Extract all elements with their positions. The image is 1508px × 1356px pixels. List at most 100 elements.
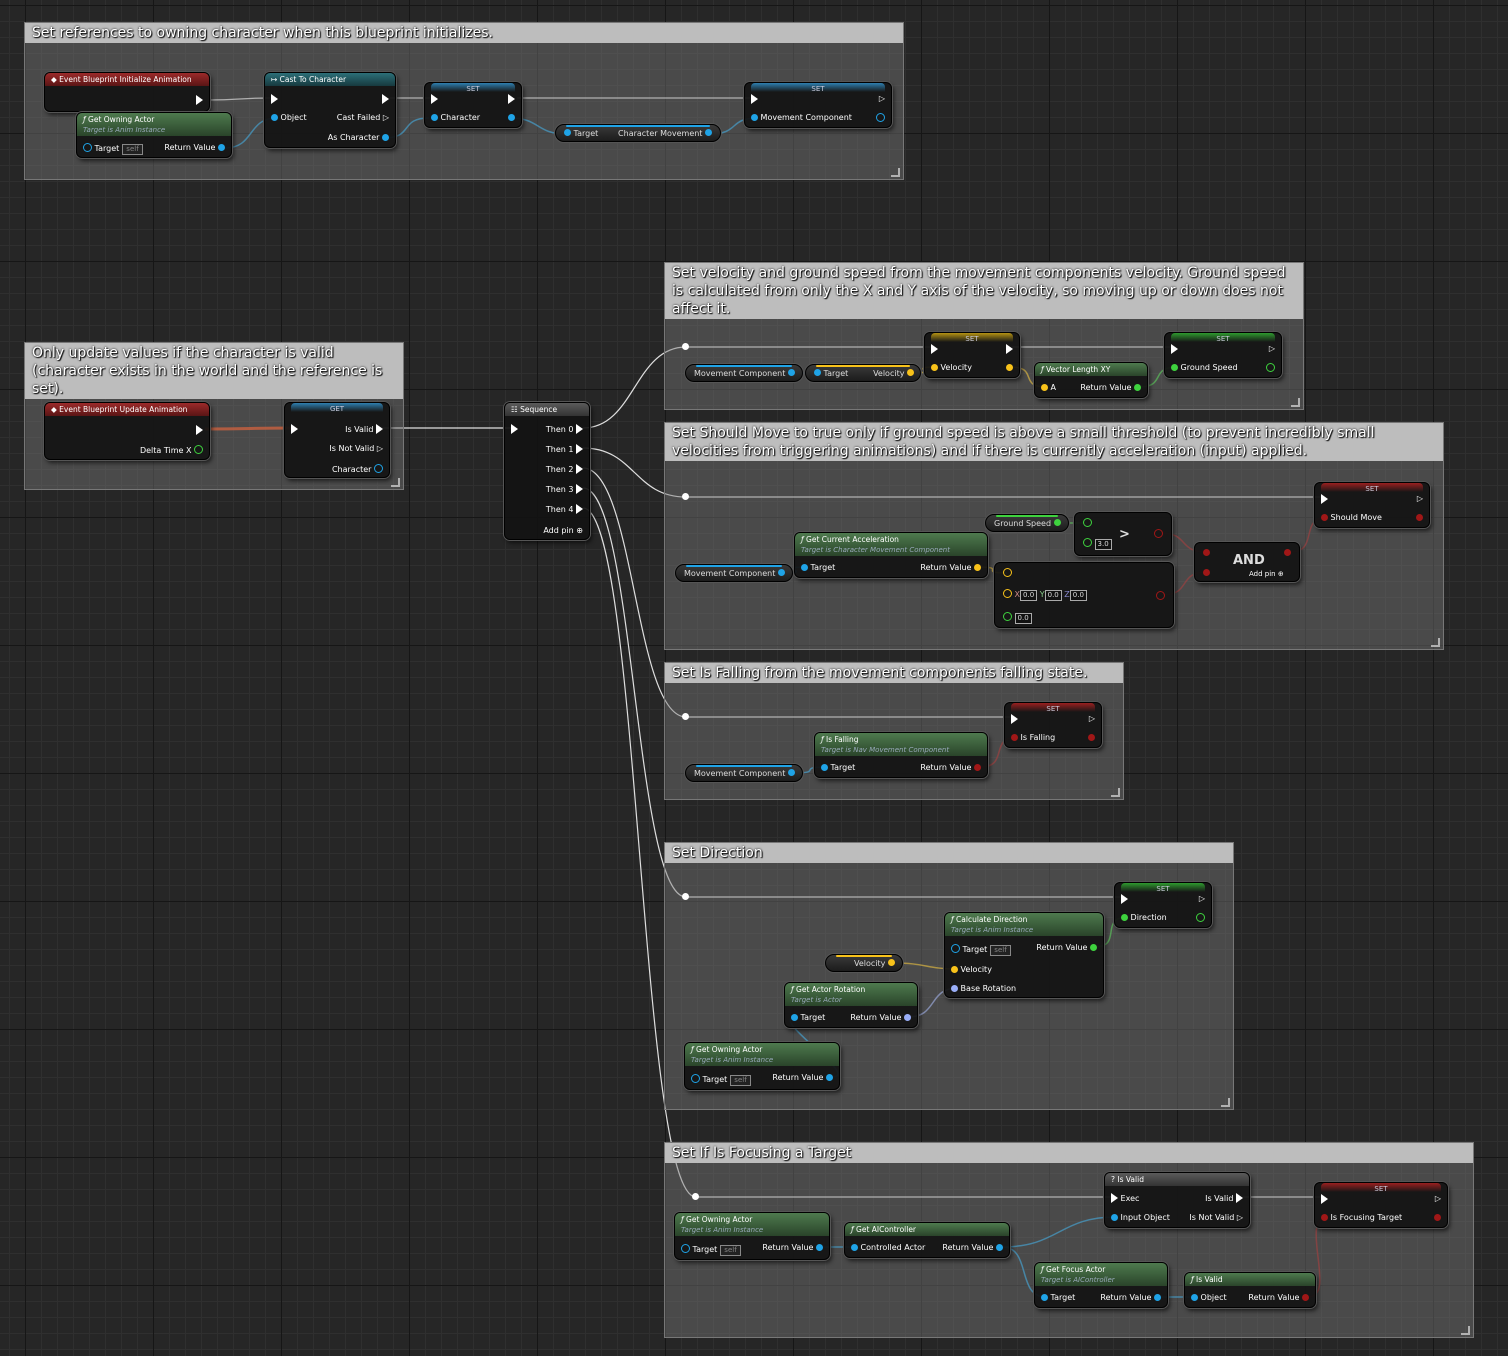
- movement-component-getter-3[interactable]: Movement Component: [685, 764, 803, 782]
- event-update-node[interactable]: ◆ Event Blueprint Update Animation Delta…: [44, 402, 210, 460]
- resize-handle-icon[interactable]: [891, 168, 900, 177]
- object-pin-icon[interactable]: [814, 369, 821, 376]
- set-is-focusing-target-node[interactable]: SET ▷ Is Focusing Target: [1314, 1182, 1448, 1228]
- bool-pin-icon[interactable]: [1203, 569, 1210, 576]
- set-character-node[interactable]: SET Character: [424, 82, 522, 128]
- vector-pin-icon[interactable]: [1003, 568, 1012, 577]
- bool-pin-icon[interactable]: [1156, 591, 1165, 600]
- set-velocity-node[interactable]: SET Velocity: [924, 332, 1020, 378]
- object-pin-icon[interactable]: [777, 569, 785, 576]
- object-pin-icon[interactable]: [1041, 1294, 1048, 1301]
- object-pin-icon[interactable]: [564, 129, 571, 136]
- object-pin-icon[interactable]: [508, 114, 515, 121]
- reroute-knot[interactable]: [682, 713, 689, 720]
- object-pin-icon[interactable]: [1154, 1294, 1161, 1301]
- exec-out-pin[interactable]: [1236, 1193, 1243, 1203]
- exec-in-pin[interactable]: [1011, 714, 1018, 724]
- set-is-falling-node[interactable]: SET ▷ Is Falling: [1004, 702, 1102, 748]
- is-valid-function-node[interactable]: ƒ Is Valid Object Return Value: [1184, 1272, 1316, 1308]
- resize-handle-icon[interactable]: [1221, 1098, 1230, 1107]
- object-pin-icon[interactable]: [751, 114, 758, 121]
- float-pin-icon[interactable]: [1134, 384, 1141, 391]
- vector-pin-icon[interactable]: [1006, 364, 1013, 371]
- exec-out-pin[interactable]: [1006, 344, 1013, 354]
- set-movement-component-node[interactable]: SET ▷ Movement Component: [744, 82, 892, 128]
- object-pin-icon[interactable]: [1111, 1214, 1118, 1221]
- exec-in-pin[interactable]: [511, 424, 518, 434]
- exec-hollow-icon[interactable]: ▷: [1237, 1213, 1243, 1222]
- reroute-knot[interactable]: [682, 493, 689, 500]
- exec-in-pin[interactable]: [931, 344, 938, 354]
- bool-pin-icon[interactable]: [1321, 514, 1328, 521]
- bool-pin-icon[interactable]: [1321, 1214, 1328, 1221]
- object-pin-icon[interactable]: [951, 944, 960, 953]
- object-pin-icon[interactable]: [431, 114, 438, 121]
- reroute-knot[interactable]: [692, 1193, 699, 1200]
- ground-speed-getter[interactable]: Ground Speed: [985, 514, 1069, 532]
- exec-in-pin[interactable]: [1321, 1194, 1328, 1204]
- object-pin-icon[interactable]: [1191, 1294, 1198, 1301]
- vector-pin-icon[interactable]: [931, 364, 938, 371]
- exec-out-pin[interactable]: [576, 484, 583, 494]
- object-pin-icon[interactable]: [787, 369, 795, 376]
- bool-pin-icon[interactable]: [1434, 1214, 1441, 1221]
- object-pin-icon[interactable]: [791, 1014, 798, 1021]
- bool-pin-icon[interactable]: [1154, 529, 1163, 538]
- exec-out-pin[interactable]: [196, 95, 203, 105]
- object-pin-icon[interactable]: [801, 564, 808, 571]
- object-pin-icon[interactable]: [705, 129, 712, 136]
- resize-handle-icon[interactable]: [1111, 788, 1120, 797]
- get-owning-actor-node-2[interactable]: ƒ Get Owning Actor Target is Anim Instanc…: [684, 1042, 840, 1090]
- bool-pin-icon[interactable]: [974, 764, 981, 771]
- float-pin-icon[interactable]: [1266, 363, 1275, 372]
- get-focus-actor-node[interactable]: ƒ Get Focus Actor Target is AIController …: [1034, 1262, 1168, 1308]
- exec-out-pin[interactable]: [196, 425, 203, 435]
- object-pin-icon[interactable]: [83, 143, 92, 152]
- object-pin-icon[interactable]: [218, 144, 225, 151]
- exec-in-pin[interactable]: [271, 94, 278, 104]
- exec-hollow-icon[interactable]: ▷: [1435, 1194, 1441, 1203]
- exec-in-pin[interactable]: [751, 94, 758, 104]
- exec-in-pin[interactable]: [1111, 1193, 1118, 1203]
- exec-hollow-icon[interactable]: ▷: [1089, 714, 1095, 723]
- float-pin-icon[interactable]: [1083, 538, 1092, 547]
- exec-out-pin[interactable]: [576, 464, 583, 474]
- exec-hollow-icon[interactable]: ▷: [1199, 894, 1205, 903]
- float-pin-icon[interactable]: [194, 445, 203, 454]
- exec-in-pin[interactable]: [1171, 344, 1178, 354]
- exec-out-pin[interactable]: [576, 504, 583, 514]
- is-valid-macro-node[interactable]: ? Is Valid Exec Is Valid Input Object Is…: [1104, 1172, 1250, 1228]
- exec-out-pin[interactable]: [376, 424, 383, 434]
- get-character-validated-node[interactable]: GET Is Valid Is Not Valid ▷ Character: [284, 402, 390, 478]
- exec-in-pin[interactable]: [1121, 894, 1128, 904]
- get-owning-actor-node-3[interactable]: ƒ Get Owning Actor Target is Anim Instanc…: [674, 1212, 830, 1260]
- reroute-knot[interactable]: [682, 893, 689, 900]
- resize-handle-icon[interactable]: [1291, 398, 1300, 407]
- exec-hollow-icon[interactable]: ▷: [879, 94, 885, 103]
- reroute-knot[interactable]: [682, 343, 689, 350]
- vector-pin-icon[interactable]: [1003, 589, 1012, 598]
- exec-hollow-icon[interactable]: ▷: [1417, 494, 1423, 503]
- get-actor-rotation-node[interactable]: ƒ Get Actor Rotation Target is Actor Targ…: [784, 982, 918, 1028]
- vector-pin-icon[interactable]: [887, 959, 895, 966]
- float-pin-icon[interactable]: [1121, 914, 1128, 921]
- object-pin-icon[interactable]: [876, 113, 885, 122]
- float-pin-icon[interactable]: [1196, 913, 1205, 922]
- exec-out-pin[interactable]: [576, 444, 583, 454]
- vector-pin-icon[interactable]: [907, 369, 914, 376]
- rotator-pin-icon[interactable]: [904, 1014, 911, 1021]
- exec-out-pin[interactable]: [576, 424, 583, 434]
- vector-pin-icon[interactable]: [951, 966, 958, 973]
- and-node[interactable]: AND Add pin ⊕: [1194, 542, 1300, 582]
- object-pin-icon[interactable]: [271, 114, 278, 121]
- object-pin-icon[interactable]: [691, 1074, 700, 1083]
- velocity-getter-2[interactable]: Velocity: [825, 954, 903, 972]
- set-should-move-node[interactable]: SET ▷ Should Move: [1314, 482, 1430, 528]
- object-pin-icon[interactable]: [787, 769, 795, 776]
- exec-hollow-icon[interactable]: ▷: [1269, 344, 1275, 353]
- movement-component-getter-2[interactable]: Movement Component: [675, 564, 793, 582]
- rotator-pin-icon[interactable]: [951, 985, 958, 992]
- exec-in-pin[interactable]: [291, 424, 298, 434]
- add-pin-button[interactable]: Add pin ⊕: [1249, 569, 1284, 579]
- resize-handle-icon[interactable]: [1461, 1326, 1470, 1335]
